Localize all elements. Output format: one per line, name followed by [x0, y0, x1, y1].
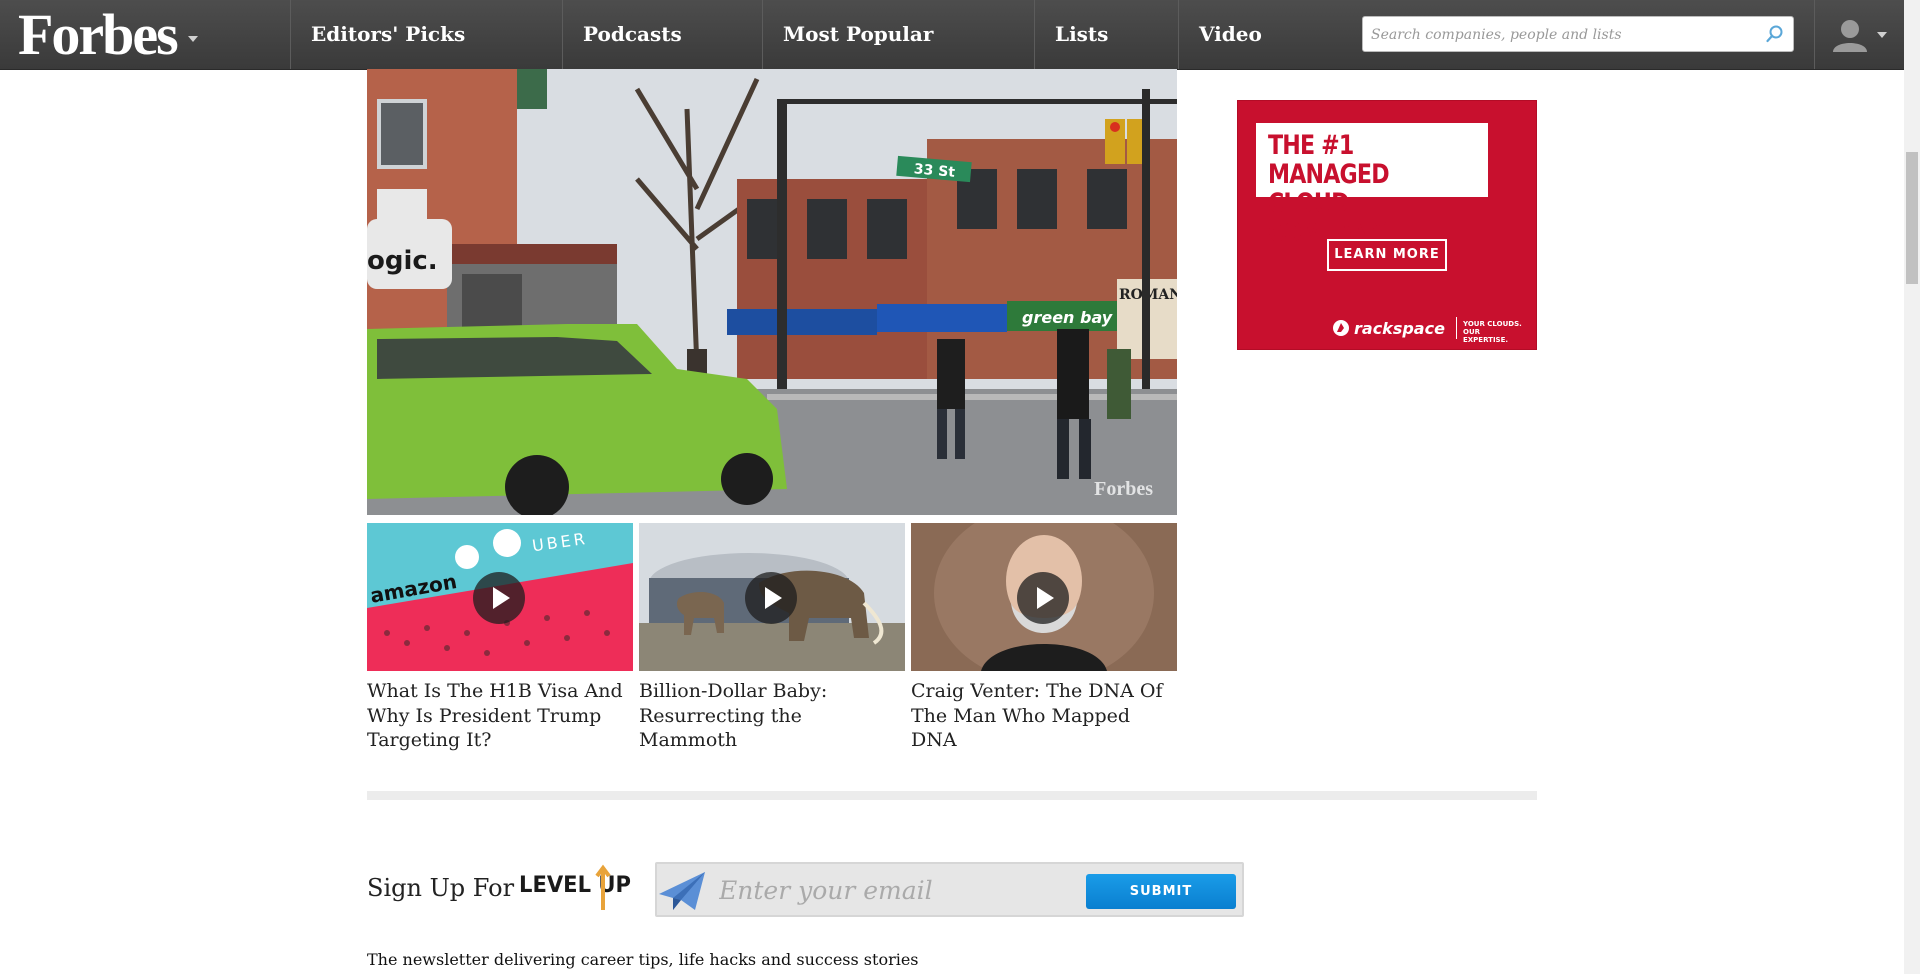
play-icon[interactable]	[1017, 572, 1069, 624]
street-scene-image: green bay ROMANO 33 St ogic.	[367, 69, 1177, 515]
nav-editors-picks[interactable]: Editors' Picks	[290, 0, 562, 69]
rackspace-advertisement[interactable]: THE #1 MANAGED CLOUD COMPANY LEARN MORE …	[1237, 100, 1537, 350]
video-card-craig-venter[interactable]: Craig Venter: The DNA Of The Man Who Map…	[911, 523, 1177, 753]
taxi-roof-ad-text: ogic.	[367, 246, 438, 276]
nav-lists[interactable]: Lists	[1034, 0, 1178, 69]
user-avatar-icon	[1833, 20, 1867, 52]
nav-video[interactable]: Video	[1178, 0, 1338, 69]
video-thumbnail[interactable]	[911, 523, 1177, 671]
newsletter-tagline: The newsletter delivering career tips, l…	[367, 950, 919, 969]
featured-video-player[interactable]: green bay ROMANO 33 St ogic. Forbes	[367, 69, 1177, 515]
search-box	[1362, 16, 1794, 53]
video-card-h1b-visa[interactable]: amazon UBER What Is The H1B Visa And Why…	[367, 523, 633, 753]
video-watermark: Forbes	[1094, 478, 1153, 500]
ad-tagline: YOUR CLOUDS. OUR EXPERTISE.	[1463, 320, 1522, 344]
page-scrollbar[interactable]	[1904, 0, 1920, 974]
green-bay-sign: green bay	[1022, 308, 1113, 327]
scrollbar-thumb[interactable]	[1906, 152, 1918, 284]
play-icon[interactable]	[473, 572, 525, 624]
top-navigation-bar: Forbes Editors' Picks Podcasts Most Popu…	[0, 0, 1904, 70]
video-thumbnail[interactable]: amazon UBER	[367, 523, 633, 671]
video-thumbnail[interactable]	[639, 523, 905, 671]
email-signup-box: SUBMIT	[655, 862, 1244, 917]
email-input[interactable]	[717, 870, 1081, 910]
submit-button[interactable]: SUBMIT	[1086, 874, 1236, 909]
forbes-logo[interactable]: Forbes	[18, 2, 179, 68]
video-title[interactable]: Billion-Dollar Baby: Resurrecting the Ma…	[639, 679, 905, 753]
nav-podcasts[interactable]: Podcasts	[562, 0, 762, 69]
level-up-logo-text: LEVEL UP	[519, 873, 631, 898]
ad-brand-name: rackspace	[1354, 319, 1445, 338]
ad-headline: THE #1 MANAGED CLOUD COMPANY	[1268, 130, 1390, 248]
play-icon[interactable]	[745, 572, 797, 624]
ad-learn-more-button[interactable]: LEARN MORE	[1327, 239, 1447, 271]
level-up-logo: LEVEL UP	[519, 864, 631, 910]
signup-label: Sign Up For	[367, 874, 515, 902]
logo-dropdown-caret-icon[interactable]	[188, 36, 198, 42]
user-dropdown-caret-icon	[1877, 32, 1887, 38]
nav-most-popular[interactable]: Most Popular	[762, 0, 1034, 69]
section-divider	[367, 791, 1537, 800]
video-title[interactable]: What Is The H1B Visa And Why Is Presiden…	[367, 679, 633, 753]
ad-headline-box: THE #1 MANAGED CLOUD COMPANY	[1256, 123, 1488, 247]
rackspace-logo-icon	[1333, 320, 1349, 336]
video-title[interactable]: Craig Venter: The DNA Of The Man Who Map…	[911, 679, 1177, 753]
video-card-mammoth[interactable]: Billion-Dollar Baby: Resurrecting the Ma…	[639, 523, 905, 753]
ad-divider	[1456, 317, 1457, 339]
paper-plane-icon	[659, 872, 705, 910]
search-input[interactable]	[1369, 17, 1763, 53]
user-menu[interactable]	[1814, 0, 1905, 69]
search-icon[interactable]	[1765, 24, 1785, 44]
